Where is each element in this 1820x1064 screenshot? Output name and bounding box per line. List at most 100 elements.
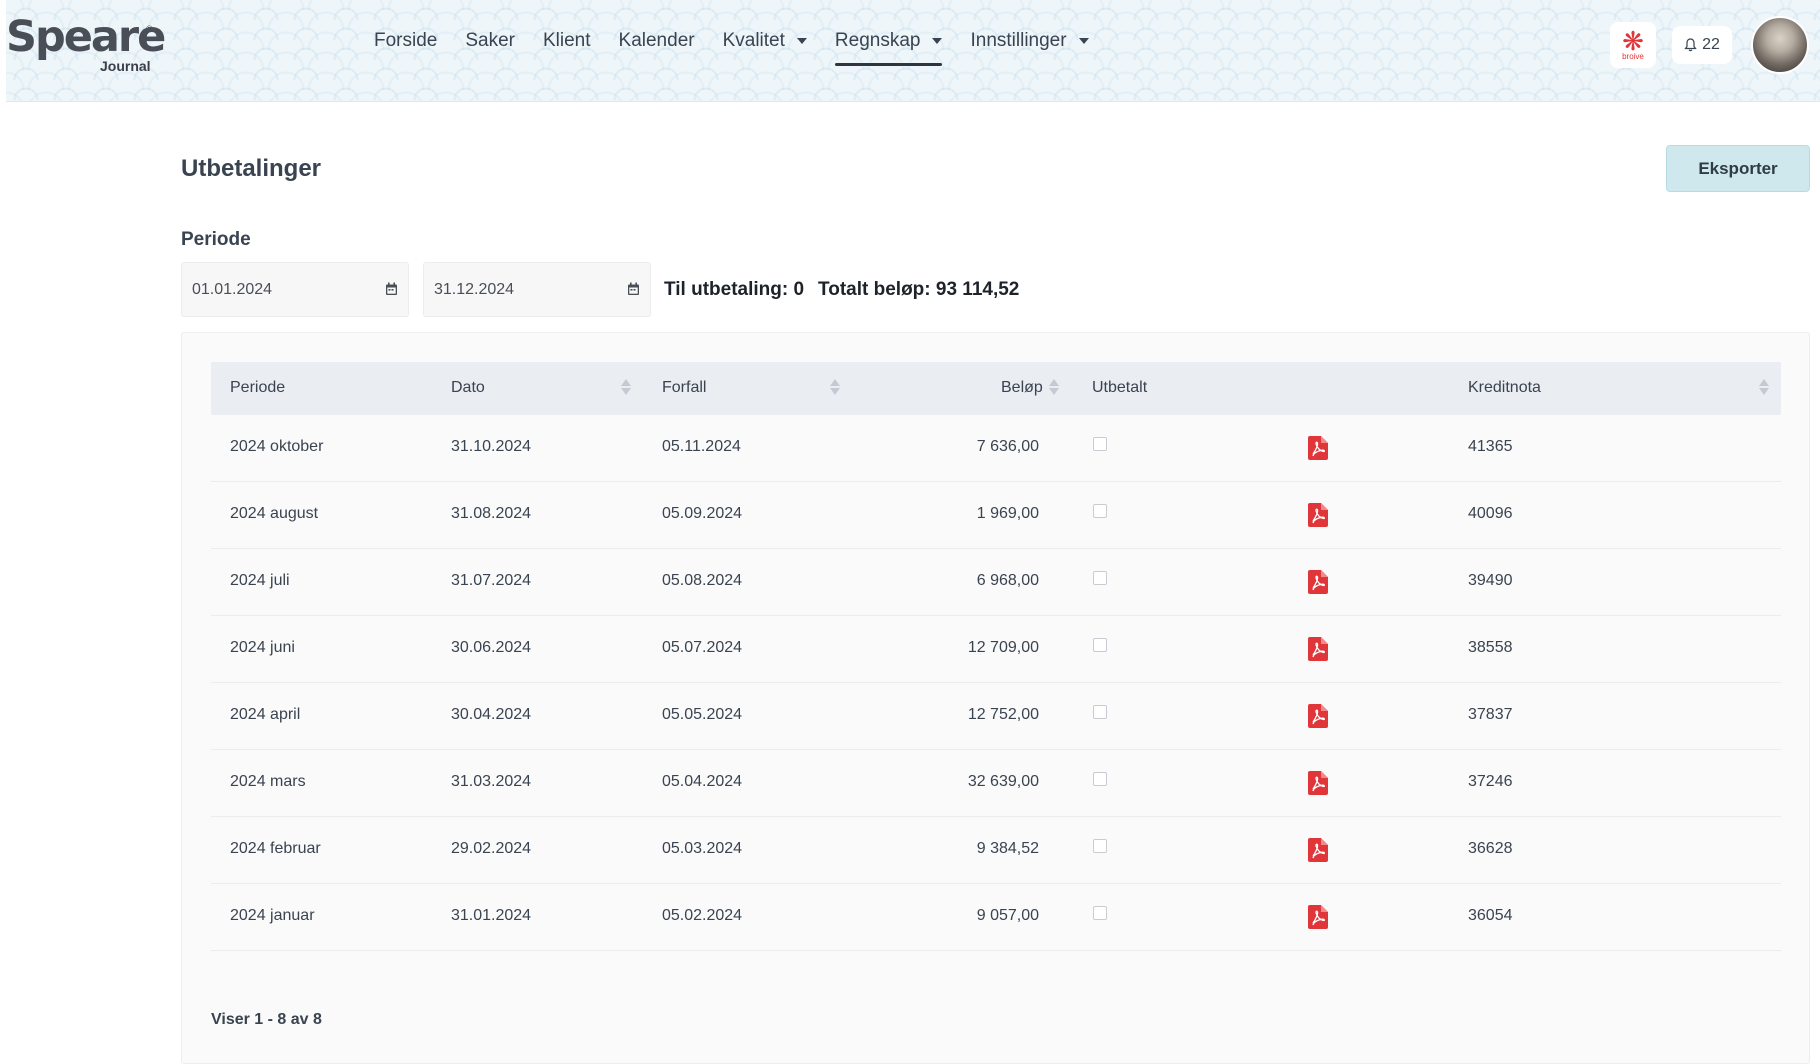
nav-item-label: Saker <box>465 30 515 51</box>
nav-item-forside[interactable]: Forside <box>374 26 437 56</box>
pdf-icon[interactable] <box>1308 570 1328 594</box>
pdf-icon[interactable] <box>1308 637 1328 661</box>
cell-dato: 31.08.2024 <box>451 505 532 522</box>
utbetalt-checkbox[interactable] <box>1093 772 1107 786</box>
nav-item-saker[interactable]: Saker <box>465 26 515 56</box>
table-row: 2024 juli 31.07.2024 05.08.2024 6 968,00 394… <box>211 549 1781 616</box>
cell-kreditnota[interactable]: 38558 <box>1468 639 1513 657</box>
notification-count: 22 <box>1702 36 1720 53</box>
logo-wordmark: Speare <box>6 12 166 62</box>
partner-logo[interactable]: ❋ broive <box>1610 22 1656 68</box>
cell-forfall: 05.04.2024 <box>662 773 743 790</box>
column-header-periode: Periode <box>230 379 286 396</box>
nav-item-regnskap[interactable]: Regnskap <box>834 26 943 66</box>
cell-periode: 2024 april <box>230 706 301 723</box>
cell-dato: 31.10.2024 <box>451 438 532 455</box>
column-header-dato[interactable]: Dato <box>451 379 485 397</box>
partner-logo-icon: ❋ <box>1622 25 1644 56</box>
cell-forfall: 05.05.2024 <box>662 706 743 723</box>
date-to-input[interactable] <box>434 280 614 299</box>
payment-summary: Til utbetaling: 0 Totalt beløp: 93 114,52 <box>664 279 1019 301</box>
notifications-button[interactable]: 22 <box>1672 26 1732 64</box>
sort-icon[interactable] <box>1049 377 1059 397</box>
nav-item-klient[interactable]: Klient <box>543 26 591 56</box>
utbetalt-checkbox[interactable] <box>1093 638 1107 652</box>
table-row: 2024 juni 30.06.2024 05.07.2024 12 709,00 38… <box>211 616 1781 683</box>
table-row: 2024 oktober 31.10.2024 05.11.2024 7 636,00… <box>211 415 1781 482</box>
cell-kreditnota[interactable]: 40096 <box>1468 505 1513 523</box>
caret-down-icon <box>932 38 943 44</box>
table-row: 2024 februar 29.02.2024 05.03.2024 9 384,52… <box>211 817 1781 884</box>
cell-forfall: 05.08.2024 <box>662 572 743 589</box>
calendar-icon[interactable] <box>627 282 640 296</box>
nav-item-label: Kalender <box>618 30 695 51</box>
cell-belop: 9 057,00 <box>976 907 1039 924</box>
pdf-icon[interactable] <box>1308 838 1328 862</box>
cell-kreditnota[interactable]: 36054 <box>1468 907 1513 925</box>
user-avatar[interactable] <box>1751 16 1809 74</box>
logo-subtitle: Journal <box>100 58 151 74</box>
nav-item-label: Klient <box>543 30 591 51</box>
cell-kreditnota[interactable]: 37837 <box>1468 706 1513 724</box>
cell-dato: 31.03.2024 <box>451 773 532 790</box>
table-row: 2024 august 31.08.2024 05.09.2024 1 969,00 4… <box>211 482 1781 549</box>
nav-item-label: Forside <box>374 30 438 51</box>
main-nav: Forside Saker Klient Kalender Kvalitet Regnsk… <box>374 26 1117 66</box>
date-from-field[interactable] <box>181 262 409 317</box>
nav-item-label: Kvalitet <box>722 30 785 51</box>
calendar-icon[interactable] <box>385 282 398 296</box>
sort-icon[interactable] <box>830 377 840 397</box>
cell-periode: 2024 juli <box>230 572 290 589</box>
cell-periode: 2024 august <box>230 505 319 522</box>
pdf-icon[interactable] <box>1308 771 1328 795</box>
nav-item-innstillinger[interactable]: Innstillinger <box>970 26 1089 56</box>
utbetalt-checkbox[interactable] <box>1093 571 1107 585</box>
utbetalt-checkbox[interactable] <box>1093 839 1107 853</box>
total-amount-text: Totalt beløp: 93 114,52 <box>818 279 1020 300</box>
date-to-field[interactable] <box>423 262 651 317</box>
nav-item-label: Regnskap <box>834 30 921 51</box>
registered-mark: ® <box>146 24 153 34</box>
cell-forfall: 05.09.2024 <box>662 505 743 522</box>
cell-periode: 2024 januar <box>230 907 315 924</box>
column-header-kreditnota[interactable]: Kreditnota <box>1468 379 1541 397</box>
sort-icon[interactable] <box>1759 377 1769 397</box>
caret-down-icon <box>1078 38 1089 44</box>
utbetalt-checkbox[interactable] <box>1093 504 1107 518</box>
nav-item-kvalitet[interactable]: Kvalitet <box>723 26 807 56</box>
pdf-icon[interactable] <box>1308 436 1328 460</box>
export-button[interactable]: Eksporter <box>1666 145 1810 192</box>
cell-kreditnota[interactable]: 41365 <box>1468 438 1513 456</box>
page-title: Utbetalinger <box>181 155 322 182</box>
cell-forfall: 05.03.2024 <box>662 840 743 857</box>
table-row: 2024 januar 31.01.2024 05.02.2024 9 057,00 3… <box>211 884 1781 951</box>
cell-periode: 2024 juni <box>230 639 295 656</box>
cell-dato: 31.01.2024 <box>451 907 532 924</box>
cell-periode: 2024 mars <box>230 773 306 790</box>
date-from-input[interactable] <box>192 280 372 299</box>
pdf-icon[interactable] <box>1308 905 1328 929</box>
nav-item-kalender[interactable]: Kalender <box>619 26 695 56</box>
table-header: Periode Dato Forfall Beløp Utbetalt Kred… <box>211 362 1781 415</box>
column-header-belop[interactable]: Beløp <box>1001 379 1043 397</box>
cell-belop: 12 752,00 <box>967 706 1039 723</box>
cell-belop: 9 384,52 <box>976 840 1039 857</box>
cell-kreditnota[interactable]: 39490 <box>1468 572 1513 590</box>
cell-belop: 32 639,00 <box>967 773 1039 790</box>
cell-dato: 30.04.2024 <box>451 706 532 723</box>
cell-kreditnota[interactable]: 37246 <box>1468 773 1513 791</box>
cell-periode: 2024 oktober <box>230 438 324 455</box>
sort-icon[interactable] <box>621 377 631 397</box>
column-header-forfall[interactable]: Forfall <box>662 379 706 397</box>
caret-down-icon <box>796 38 807 44</box>
utbetalt-checkbox[interactable] <box>1093 906 1107 920</box>
nav-item-label: Innstillinger <box>970 30 1067 51</box>
pdf-icon[interactable] <box>1308 704 1328 728</box>
utbetalt-checkbox[interactable] <box>1093 705 1107 719</box>
utbetalt-checkbox[interactable] <box>1093 437 1107 451</box>
speare-logo[interactable]: Speare ® Journal <box>6 10 166 76</box>
pdf-icon[interactable] <box>1308 503 1328 527</box>
cell-dato: 30.06.2024 <box>451 639 532 656</box>
cell-kreditnota[interactable]: 36628 <box>1468 840 1513 858</box>
column-header-utbetalt: Utbetalt <box>1092 379 1148 396</box>
